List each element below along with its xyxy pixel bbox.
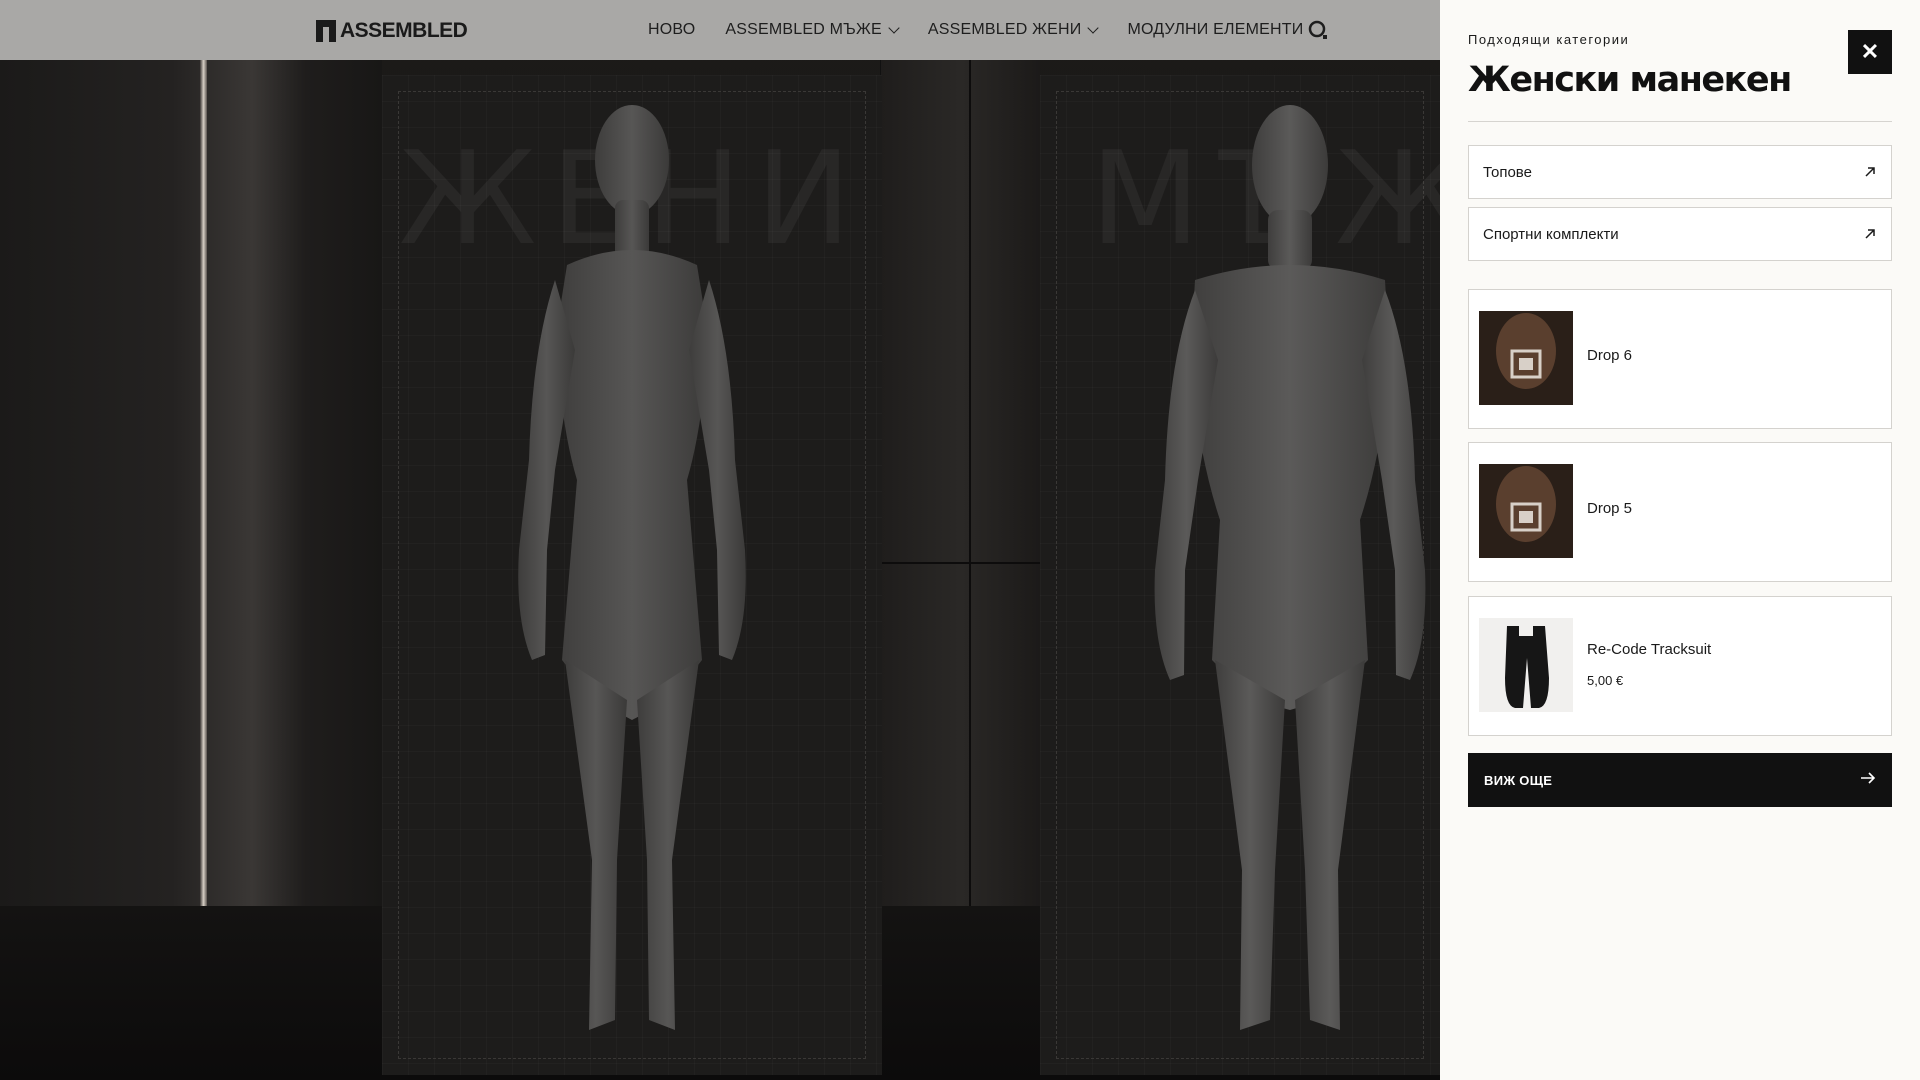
close-drawer-button[interactable]: ✕ [1848,30,1892,74]
product-card-drop-6[interactable]: Drop 6 [1468,289,1892,429]
male-mannequin [1140,100,1440,1050]
category-link-tops[interactable]: Топове [1468,145,1892,199]
women-mannequin-card[interactable]: ЖЕНИ [382,75,882,1075]
logo-text: ASSEMBLED [340,19,468,42]
nav-item-modular[interactable]: МОДУЛНИ ЕЛЕМЕНТИ [1127,21,1303,39]
close-icon: ✕ [1860,39,1880,64]
site-logo[interactable]: ASSEMBLED [316,19,468,43]
product-thumbnail [1479,311,1573,405]
product-thumbnail [1479,464,1573,558]
nav-item-women[interactable]: ASSEMBLED ЖЕНИ [928,21,1100,39]
chevron-down-icon [1087,21,1100,34]
drawer-divider [1468,121,1892,122]
product-name: Drop 5 [1587,500,1633,517]
category-link-sport-sets[interactable]: Спортни комплекти [1468,207,1892,261]
arrow-up-right-icon [1863,165,1877,179]
category-label: Спортни комплекти [1483,225,1619,243]
hero-scene: ЖЕНИ МЪЖЕ [0,0,1440,1080]
site-header: ASSEMBLED НОВО ASSEMBLED МЪЖЕ ASSEMBLED … [0,0,1440,60]
background-wall [0,60,382,906]
categories-drawer: Подходящи категории Женски манекен Топов… [1440,0,1920,1080]
arrow-right-icon [1860,771,1876,790]
product-card-drop-5[interactable]: Drop 5 [1468,442,1892,582]
see-more-label: ВИЖ ОЩЕ [1484,772,1553,788]
product-name: Re-Code Tracksuit [1587,641,1712,658]
men-mannequin-card[interactable]: МЪЖЕ [1040,75,1440,1075]
product-name: Drop 6 [1587,347,1633,364]
product-price: 5,00 € [1587,673,1624,688]
female-mannequin [497,100,767,1050]
product-thumbnail [1479,618,1573,712]
nav-item-new[interactable]: НОВО [648,21,695,39]
logo-mark-icon [316,20,336,42]
drawer-subtitle: Подходящи категории [1468,32,1630,47]
arrow-up-right-icon [1863,227,1877,241]
category-label: Топове [1483,163,1532,181]
main-nav: НОВО ASSEMBLED МЪЖЕ ASSEMBLED ЖЕНИ МОДУЛ… [648,0,1303,60]
drawer-title: Женски манекен [1468,60,1792,100]
see-more-button[interactable]: ВИЖ ОЩЕ [1468,753,1892,807]
chevron-down-icon [888,21,900,34]
nav-item-men[interactable]: ASSEMBLED МЪЖЕ [725,21,900,39]
search-icon[interactable] [1308,20,1330,42]
product-card-re-code-tracksuit[interactable]: Re-Code Tracksuit 5,00 € [1468,596,1892,736]
